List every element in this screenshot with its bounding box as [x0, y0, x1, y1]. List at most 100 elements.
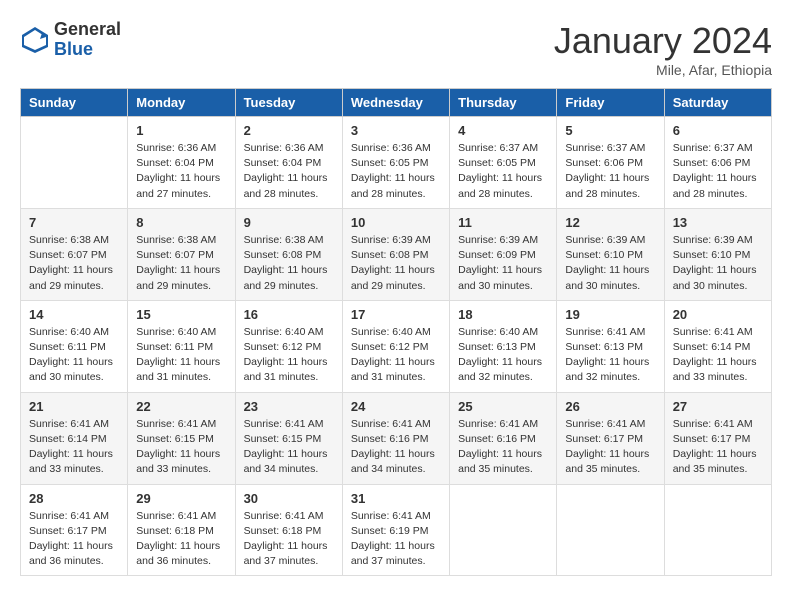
day-number: 2 — [244, 123, 334, 138]
day-number: 7 — [29, 215, 119, 230]
calendar-cell: 9 Sunrise: 6:38 AMSunset: 6:08 PMDaylight… — [235, 208, 342, 300]
calendar-table: SundayMondayTuesdayWednesdayThursdayFrid… — [20, 88, 772, 576]
calendar-cell: 31 Sunrise: 6:41 AMSunset: 6:19 PMDayligh… — [342, 484, 449, 576]
day-info: Sunrise: 6:39 AMSunset: 6:08 PMDaylight:… — [351, 233, 441, 294]
day-number: 29 — [136, 491, 226, 506]
header-cell-friday: Friday — [557, 89, 664, 117]
calendar-cell: 29 Sunrise: 6:41 AMSunset: 6:18 PMDayligh… — [128, 484, 235, 576]
day-number: 21 — [29, 399, 119, 414]
calendar-cell: 20 Sunrise: 6:41 AMSunset: 6:14 PMDayligh… — [664, 300, 771, 392]
day-info: Sunrise: 6:37 AMSunset: 6:06 PMDaylight:… — [565, 141, 655, 202]
calendar-cell: 22 Sunrise: 6:41 AMSunset: 6:15 PMDayligh… — [128, 392, 235, 484]
day-number: 6 — [673, 123, 763, 138]
day-number: 20 — [673, 307, 763, 322]
day-info: Sunrise: 6:41 AMSunset: 6:18 PMDaylight:… — [244, 509, 334, 570]
calendar-cell: 16 Sunrise: 6:40 AMSunset: 6:12 PMDayligh… — [235, 300, 342, 392]
calendar-cell: 19Sunrise: 6:41 AMSunset: 6:13 PMDayligh… — [557, 300, 664, 392]
calendar-cell: 15Sunrise: 6:40 AMSunset: 6:11 PMDayligh… — [128, 300, 235, 392]
day-info: Sunrise: 6:41 AMSunset: 6:17 PMDaylight:… — [565, 417, 655, 478]
calendar-cell: 12 Sunrise: 6:39 AMSunset: 6:10 PMDayligh… — [557, 208, 664, 300]
day-number: 25 — [458, 399, 548, 414]
day-info: Sunrise: 6:41 AMSunset: 6:19 PMDaylight:… — [351, 509, 441, 570]
day-info: Sunrise: 6:36 AMSunset: 6:04 PMDaylight:… — [244, 141, 334, 202]
calendar-cell: 21 Sunrise: 6:41 AMSunset: 6:14 PMDayligh… — [21, 392, 128, 484]
day-info: Sunrise: 6:41 AMSunset: 6:15 PMDaylight:… — [244, 417, 334, 478]
day-info: Sunrise: 6:41 AMSunset: 6:13 PMDaylight:… — [565, 325, 655, 386]
title-block: January 2024 Mile, Afar, Ethiopia — [554, 20, 772, 78]
logo-blue: Blue — [54, 40, 121, 60]
calendar-cell: 26 Sunrise: 6:41 AMSunset: 6:17 PMDayligh… — [557, 392, 664, 484]
calendar-cell: 24 Sunrise: 6:41 AMSunset: 6:16 PMDayligh… — [342, 392, 449, 484]
day-number: 28 — [29, 491, 119, 506]
day-number: 14 — [29, 307, 119, 322]
header-cell-wednesday: Wednesday — [342, 89, 449, 117]
day-info: Sunrise: 6:39 AMSunset: 6:10 PMDaylight:… — [673, 233, 763, 294]
logo-text: General Blue — [54, 20, 121, 60]
calendar-cell: 3Sunrise: 6:36 AMSunset: 6:05 PMDaylight… — [342, 117, 449, 209]
calendar-cell: 30Sunrise: 6:41 AMSunset: 6:18 PMDayligh… — [235, 484, 342, 576]
calendar-cell: 11Sunrise: 6:39 AMSunset: 6:09 PMDayligh… — [450, 208, 557, 300]
logo-icon — [20, 25, 50, 55]
day-info: Sunrise: 6:41 AMSunset: 6:18 PMDaylight:… — [136, 509, 226, 570]
day-number: 8 — [136, 215, 226, 230]
day-number: 11 — [458, 215, 548, 230]
day-info: Sunrise: 6:40 AMSunset: 6:12 PMDaylight:… — [351, 325, 441, 386]
calendar-cell: 27Sunrise: 6:41 AMSunset: 6:17 PMDayligh… — [664, 392, 771, 484]
calendar-cell: 23Sunrise: 6:41 AMSunset: 6:15 PMDayligh… — [235, 392, 342, 484]
day-number: 12 — [565, 215, 655, 230]
month-title: January 2024 — [554, 20, 772, 62]
calendar-cell: 5 Sunrise: 6:37 AMSunset: 6:06 PMDaylight… — [557, 117, 664, 209]
day-number: 24 — [351, 399, 441, 414]
calendar-cell: 28 Sunrise: 6:41 AMSunset: 6:17 PMDayligh… — [21, 484, 128, 576]
calendar-cell: 2 Sunrise: 6:36 AMSunset: 6:04 PMDaylight… — [235, 117, 342, 209]
day-info: Sunrise: 6:41 AMSunset: 6:14 PMDaylight:… — [673, 325, 763, 386]
calendar-cell — [450, 484, 557, 576]
calendar-cell: 13 Sunrise: 6:39 AMSunset: 6:10 PMDayligh… — [664, 208, 771, 300]
day-info: Sunrise: 6:39 AMSunset: 6:10 PMDaylight:… — [565, 233, 655, 294]
day-info: Sunrise: 6:37 AMSunset: 6:06 PMDaylight:… — [673, 141, 763, 202]
day-number: 31 — [351, 491, 441, 506]
page-header: General Blue January 2024 Mile, Afar, Et… — [20, 20, 772, 78]
day-info: Sunrise: 6:36 AMSunset: 6:04 PMDaylight:… — [136, 141, 226, 202]
day-number: 1 — [136, 123, 226, 138]
calendar-cell: 18 Sunrise: 6:40 AMSunset: 6:13 PMDayligh… — [450, 300, 557, 392]
day-number: 27 — [673, 399, 763, 414]
day-info: Sunrise: 6:38 AMSunset: 6:07 PMDaylight:… — [136, 233, 226, 294]
calendar-cell: 10Sunrise: 6:39 AMSunset: 6:08 PMDayligh… — [342, 208, 449, 300]
logo: General Blue — [20, 20, 121, 60]
day-info: Sunrise: 6:41 AMSunset: 6:16 PMDaylight:… — [351, 417, 441, 478]
day-info: Sunrise: 6:40 AMSunset: 6:13 PMDaylight:… — [458, 325, 548, 386]
week-row-3: 21 Sunrise: 6:41 AMSunset: 6:14 PMDayligh… — [21, 392, 772, 484]
day-info: Sunrise: 6:41 AMSunset: 6:17 PMDaylight:… — [29, 509, 119, 570]
day-info: Sunrise: 6:41 AMSunset: 6:16 PMDaylight:… — [458, 417, 548, 478]
location-subtitle: Mile, Afar, Ethiopia — [554, 62, 772, 78]
calendar-cell — [557, 484, 664, 576]
logo-general: General — [54, 20, 121, 40]
day-info: Sunrise: 6:38 AMSunset: 6:07 PMDaylight:… — [29, 233, 119, 294]
day-info: Sunrise: 6:40 AMSunset: 6:12 PMDaylight:… — [244, 325, 334, 386]
day-info: Sunrise: 6:37 AMSunset: 6:05 PMDaylight:… — [458, 141, 548, 202]
calendar-cell: 17 Sunrise: 6:40 AMSunset: 6:12 PMDayligh… — [342, 300, 449, 392]
calendar-cell: 1 Sunrise: 6:36 AMSunset: 6:04 PMDaylight… — [128, 117, 235, 209]
day-info: Sunrise: 6:41 AMSunset: 6:15 PMDaylight:… — [136, 417, 226, 478]
week-row-2: 14 Sunrise: 6:40 AMSunset: 6:11 PMDayligh… — [21, 300, 772, 392]
header-row: SundayMondayTuesdayWednesdayThursdayFrid… — [21, 89, 772, 117]
day-info: Sunrise: 6:38 AMSunset: 6:08 PMDaylight:… — [244, 233, 334, 294]
day-number: 9 — [244, 215, 334, 230]
calendar-cell: 14Sunrise: 6:40 AMSunset: 6:11 PMDayligh… — [21, 300, 128, 392]
day-number: 4 — [458, 123, 548, 138]
day-number: 17 — [351, 307, 441, 322]
day-number: 18 — [458, 307, 548, 322]
day-info: Sunrise: 6:40 AMSunset: 6:11 PMDaylight:… — [136, 325, 226, 386]
calendar-cell: 25 Sunrise: 6:41 AMSunset: 6:16 PMDayligh… — [450, 392, 557, 484]
day-info: Sunrise: 6:41 AMSunset: 6:14 PMDaylight:… — [29, 417, 119, 478]
day-number: 13 — [673, 215, 763, 230]
calendar-cell: 8 Sunrise: 6:38 AMSunset: 6:07 PMDaylight… — [128, 208, 235, 300]
day-number: 26 — [565, 399, 655, 414]
day-number: 22 — [136, 399, 226, 414]
week-row-0: 1 Sunrise: 6:36 AMSunset: 6:04 PMDaylight… — [21, 117, 772, 209]
day-number: 16 — [244, 307, 334, 322]
header-cell-monday: Monday — [128, 89, 235, 117]
day-number: 5 — [565, 123, 655, 138]
header-cell-saturday: Saturday — [664, 89, 771, 117]
